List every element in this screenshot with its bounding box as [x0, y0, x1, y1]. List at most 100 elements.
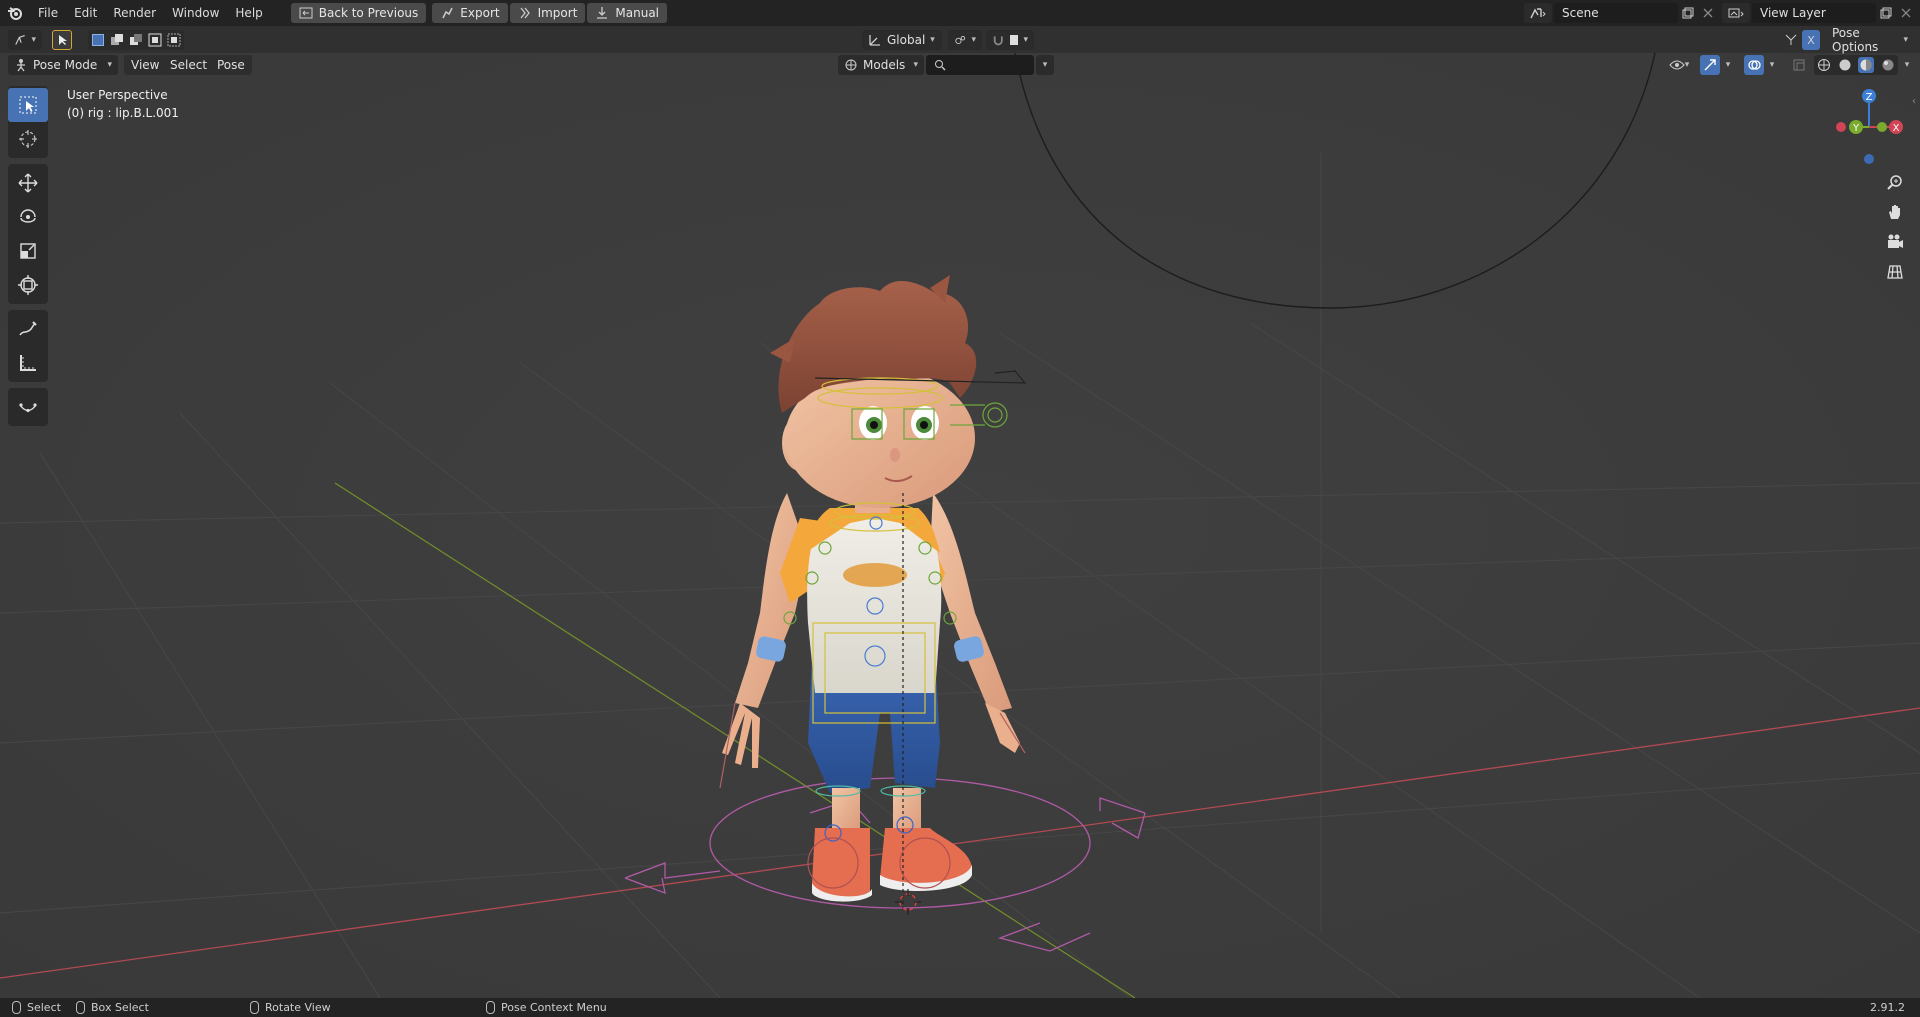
zoom-view-button[interactable]: [1882, 169, 1908, 195]
cursor-tool[interactable]: [8, 122, 48, 156]
back-to-previous-button[interactable]: Back to Previous: [290, 3, 427, 23]
viewport-canvas[interactable]: [0, 53, 1920, 998]
menu-pose[interactable]: Pose: [210, 55, 252, 75]
status-select-label: Select: [27, 1001, 61, 1014]
import-label: Import: [537, 6, 578, 20]
visibility-dropdown-icon[interactable]: ▾: [1664, 55, 1694, 75]
tool-group-select: [8, 86, 48, 158]
select-tool-indicator-icon[interactable]: [52, 30, 72, 50]
status-context-menu-label: Pose Context Menu: [501, 1001, 607, 1014]
gizmo-toggle-icon[interactable]: [1700, 55, 1720, 75]
auto-normalize-icon[interactable]: [1782, 30, 1800, 50]
gizmo-neg-y-axis[interactable]: [1877, 122, 1887, 132]
snap-element-icon: [1009, 35, 1019, 45]
gizmo-z-label: Z: [1866, 92, 1873, 103]
status-select: Select: [12, 998, 61, 1017]
menu-help[interactable]: Help: [227, 0, 270, 26]
manual-label: Manual: [615, 6, 660, 20]
solid-shading-icon[interactable]: [1838, 58, 1852, 72]
menu-select[interactable]: Select: [163, 55, 215, 75]
select-new-icon[interactable]: [91, 33, 105, 47]
status-version: 2.91.2: [1870, 998, 1905, 1017]
annotate-pencil-icon: [19, 321, 37, 336]
selection-mode-buttons[interactable]: [88, 30, 184, 50]
shading-mode-buttons[interactable]: [1814, 55, 1898, 75]
sidebar-toggle-icon[interactable]: ‹: [1912, 96, 1916, 107]
overlays-dropdown-icon[interactable]: ▾: [1766, 55, 1778, 75]
scene-field[interactable]: Scene: [1554, 3, 1678, 23]
collection-dropdown[interactable]: Models ▾: [838, 55, 924, 75]
download-icon: [597, 7, 608, 19]
snap-toggle[interactable]: ▾: [986, 30, 1034, 50]
manual-button[interactable]: Manual: [587, 3, 668, 23]
pivot-icon: [955, 35, 966, 45]
pose-mode-icon: [17, 59, 25, 72]
chevron-down-icon: ▾: [930, 35, 935, 45]
ortho-toggle-button[interactable]: [1882, 259, 1908, 285]
menu-view[interactable]: View: [124, 55, 167, 75]
view-layer-field[interactable]: View Layer: [1752, 3, 1876, 23]
tool-group-transform: [8, 164, 48, 304]
delete-scene-icon[interactable]: [1698, 3, 1718, 23]
menu-window[interactable]: Window: [164, 0, 227, 26]
measure-tool[interactable]: [8, 346, 48, 380]
import-button[interactable]: Import: [509, 3, 586, 23]
mode-dropdown[interactable]: Pose Mode ▾: [8, 55, 118, 75]
gizmo-neg-z-axis[interactable]: [1864, 154, 1874, 164]
blender-logo-icon[interactable]: [0, 0, 30, 26]
pivot-point-dropdown[interactable]: ▾: [948, 30, 982, 50]
gizmo-neg-x-axis[interactable]: [1836, 122, 1846, 132]
chevron-down-icon: ▾: [971, 35, 976, 45]
transform-icon: [18, 275, 38, 295]
move-icon: [18, 173, 38, 193]
gizmo-y-label: Y: [1852, 123, 1860, 134]
view-layer-icon[interactable]: [1722, 3, 1750, 23]
rotate-tool[interactable]: [8, 200, 48, 234]
wireframe-shading-icon[interactable]: [1817, 58, 1831, 72]
menu-edit[interactable]: Edit: [66, 0, 105, 26]
gizmo-dropdown-icon[interactable]: ▾: [1722, 55, 1734, 75]
new-view-layer-icon[interactable]: [1876, 3, 1896, 23]
scale-tool[interactable]: [8, 234, 48, 268]
chevron-down-icon: ▾: [31, 35, 36, 45]
screen-back-icon: [299, 7, 313, 19]
export-button[interactable]: Export: [432, 3, 508, 23]
magnet-icon: [993, 36, 1003, 46]
viewport-search-field[interactable]: [926, 55, 1034, 75]
scene-icon[interactable]: [1524, 3, 1552, 23]
scene-name: Scene: [1562, 6, 1599, 20]
transform-tool[interactable]: [8, 268, 48, 302]
move-tool[interactable]: [8, 166, 48, 200]
pan-view-button[interactable]: [1882, 199, 1908, 225]
editor-type-dropdown[interactable]: ▾: [8, 30, 42, 50]
filter-dropdown-icon[interactable]: ▾: [1036, 55, 1054, 75]
3d-viewport[interactable]: [0, 53, 1920, 998]
menu-file[interactable]: File: [30, 0, 66, 26]
zoom-icon: [1887, 175, 1902, 190]
pose-options-dropdown[interactable]: Pose Options ▾: [1826, 26, 1914, 54]
delete-view-layer-icon[interactable]: [1896, 3, 1916, 23]
select-box-tool[interactable]: [8, 88, 48, 122]
navigation-gizmo[interactable]: Z Y X: [1826, 84, 1912, 170]
viewport-info-overlay: User Perspective (0) rig : lip.B.L.001: [67, 86, 179, 122]
overlays-toggle-icon[interactable]: [1744, 55, 1764, 75]
menu-render[interactable]: Render: [105, 0, 164, 26]
material-preview-icon[interactable]: [1858, 57, 1875, 73]
select-intersect-icon[interactable]: [167, 33, 181, 47]
new-scene-icon[interactable]: [1678, 3, 1698, 23]
camera-view-button[interactable]: [1882, 229, 1908, 255]
select-subtract-icon[interactable]: [129, 33, 143, 47]
select-box-icon: [19, 96, 37, 114]
shading-dropdown-icon[interactable]: ▾: [1900, 55, 1914, 75]
annotate-tool[interactable]: [8, 312, 48, 346]
xray-toggle-icon[interactable]: [1790, 55, 1808, 75]
relax-pose-tool[interactable]: [8, 390, 48, 424]
status-box-select: Box Select: [76, 998, 149, 1017]
select-invert-icon[interactable]: [148, 33, 162, 47]
camera-icon: [1888, 234, 1903, 248]
select-extend-icon[interactable]: [110, 33, 124, 47]
transform-orientation-dropdown[interactable]: Global ▾: [862, 30, 942, 50]
rendered-shading-icon[interactable]: [1881, 58, 1895, 72]
x-mirror-toggle[interactable]: X: [1802, 30, 1820, 50]
mouse-middle-icon: [250, 1001, 259, 1014]
